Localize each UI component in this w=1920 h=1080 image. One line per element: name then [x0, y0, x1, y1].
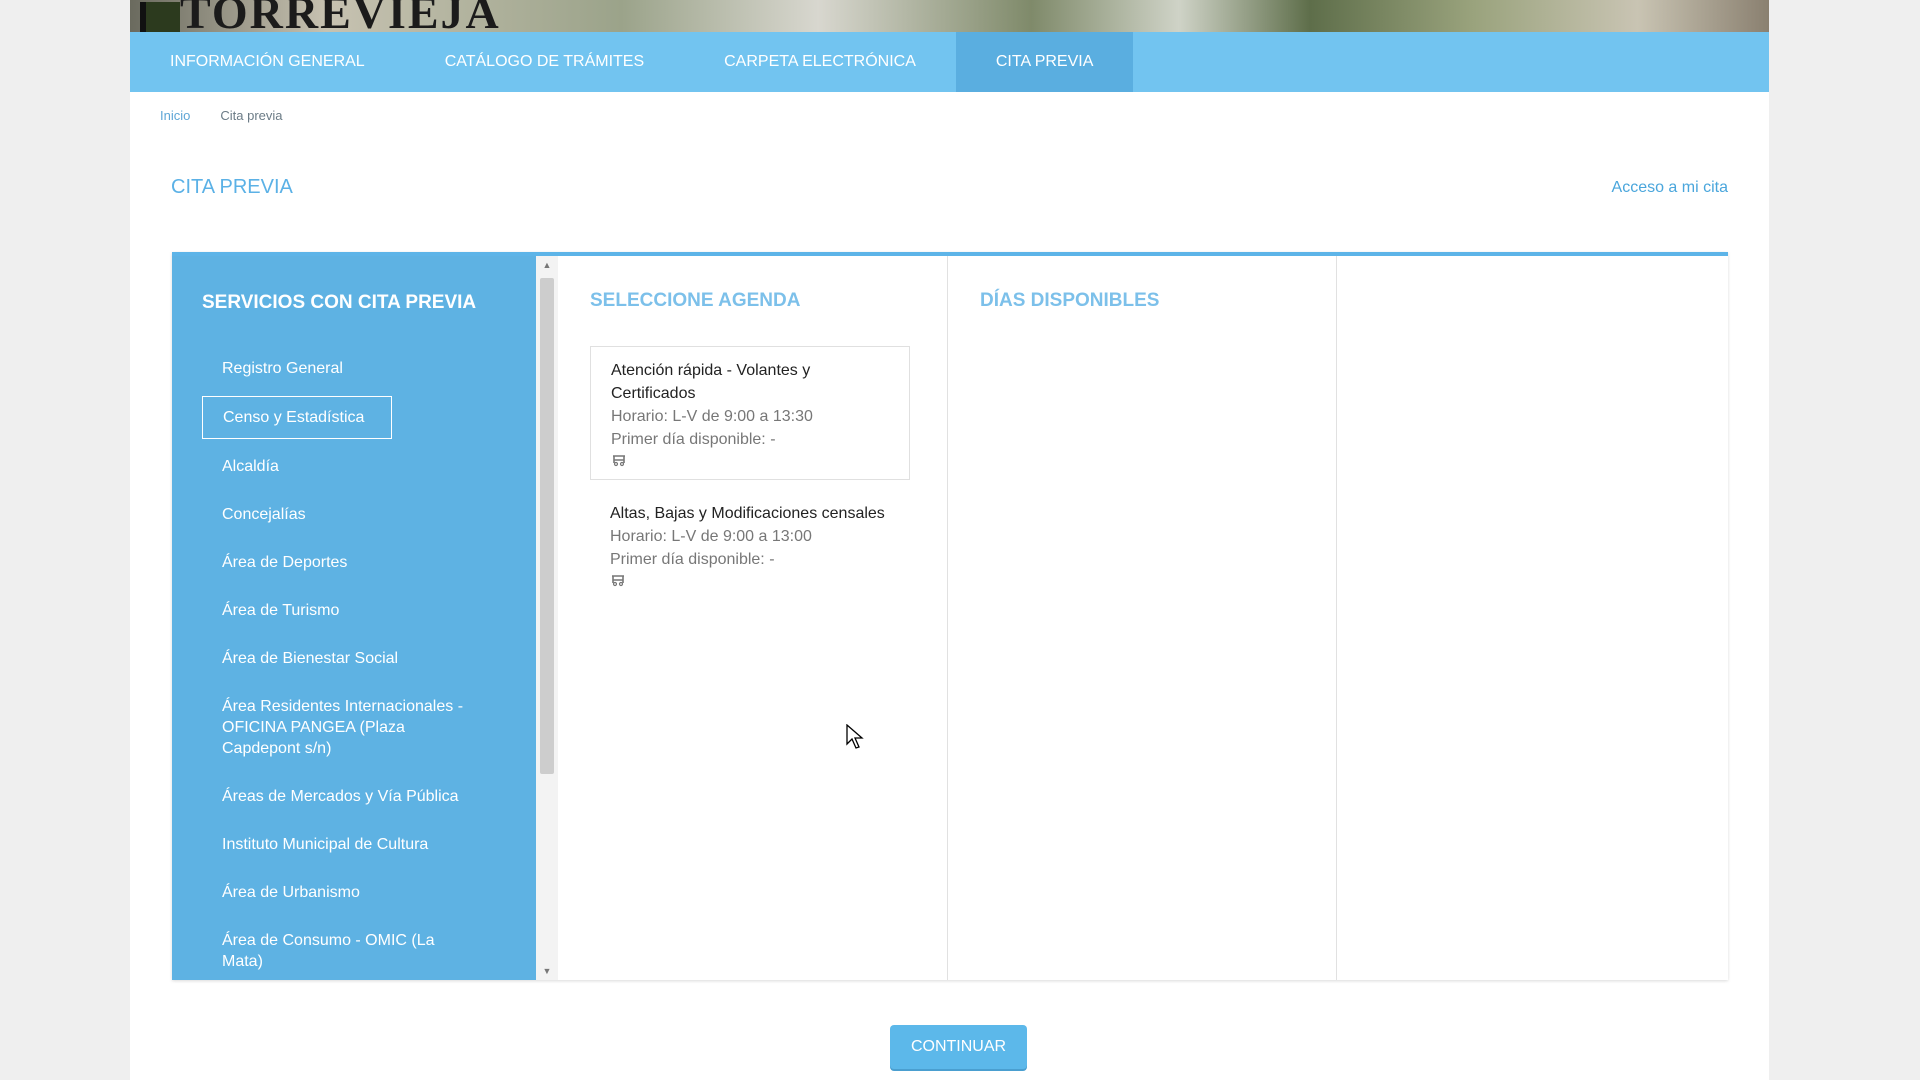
time-slots-column [1336, 256, 1729, 980]
service-item-consumo-omic[interactable]: Área de Consumo - OMIC (La Mata) [202, 920, 492, 980]
agenda-title: Seleccione agenda [590, 290, 801, 311]
nav-item-catalogo-tramites[interactable]: Catálogo de Trámites [405, 32, 684, 92]
service-item-deportes[interactable]: Área de Deportes [202, 542, 492, 583]
agenda-name: Atención rápida - Volantes y Certificado… [611, 362, 811, 402]
wheelchair-icon [613, 455, 625, 467]
nav-item-carpeta-electronica[interactable]: Carpeta Electrónica [684, 32, 956, 92]
agenda-schedule: Horario: L-V de 9:00 a 13:30 [611, 408, 813, 425]
service-item-turismo[interactable]: Área de Turismo [202, 590, 492, 631]
appointment-panel: Servicios con cita previa Registro Gener… [172, 252, 1728, 980]
service-item-urbanismo[interactable]: Área de Urbanismo [202, 872, 492, 913]
service-item-registro-general[interactable]: Registro General [202, 348, 492, 389]
continue-button[interactable]: Continuar [890, 1025, 1027, 1069]
sidebar-title: Servicios con cita previa [202, 292, 477, 313]
access-my-appointment-link[interactable]: Acceso a mi cita [1612, 179, 1728, 197]
service-item-censo-estadistica[interactable]: Censo y Estadística [202, 396, 392, 439]
scroll-down-arrow-icon[interactable]: ▼ [536, 962, 558, 980]
nav-item-informacion-general[interactable]: Información General [130, 32, 405, 92]
service-item-concejalias[interactable]: Concejalías [202, 494, 492, 535]
breadcrumb: Inicio Cita previa [160, 108, 283, 123]
sidebar-scrollbar[interactable]: ▲ ▼ [536, 256, 558, 980]
agenda-item-altas-bajas[interactable]: Altas, Bajas y Modificaciones censales H… [590, 490, 910, 599]
services-sidebar: Servicios con cita previa Registro Gener… [172, 256, 536, 980]
agenda-first-day: Primer día disponible: - [611, 431, 776, 448]
scroll-up-arrow-icon[interactable]: ▲ [536, 256, 558, 274]
service-item-mercados-via-publica[interactable]: Áreas de Mercados y Vía Pública [202, 776, 492, 817]
agenda-column: Seleccione agenda Atención rápida - Vola… [558, 256, 946, 980]
service-item-instituto-cultura[interactable]: Instituto Municipal de Cultura [202, 824, 492, 865]
mouse-cursor-icon [846, 724, 864, 749]
breadcrumb-current: Cita previa [220, 108, 283, 123]
wheelchair-icon [612, 575, 624, 587]
page-container: TORREVIEJA Información General Catálogo … [130, 0, 1769, 1080]
service-item-bienestar-social[interactable]: Área de Bienestar Social [202, 638, 492, 679]
breadcrumb-home-link[interactable]: Inicio [160, 108, 190, 123]
available-days-column: Días disponibles [947, 256, 1336, 980]
agenda-schedule: Horario: L-V de 9:00 a 13:00 [610, 528, 812, 545]
agenda-item-atencion-rapida[interactable]: Atención rápida - Volantes y Certificado… [590, 346, 910, 480]
agenda-first-day: Primer día disponible: - [610, 551, 775, 568]
service-item-alcaldia[interactable]: Alcaldía [202, 446, 492, 487]
services-list: Registro General Censo y Estadística Alc… [202, 348, 492, 980]
header-banner: TORREVIEJA [130, 0, 1769, 32]
city-logo-icon [140, 2, 180, 32]
nav-item-cita-previa[interactable]: Cita Previa [955, 32, 1134, 92]
site-logo-text: TORREVIEJA [180, 0, 501, 32]
available-days-title: Días disponibles [980, 290, 1160, 311]
page-title: Cita previa [171, 176, 293, 198]
service-item-residentes-internacionales[interactable]: Área Residentes Internacionales - OFICIN… [202, 686, 492, 769]
main-nav: Información General Catálogo de Trámites… [130, 32, 1769, 92]
scrollbar-thumb[interactable] [540, 278, 554, 774]
agenda-name: Altas, Bajas y Modificaciones censales [610, 505, 885, 522]
